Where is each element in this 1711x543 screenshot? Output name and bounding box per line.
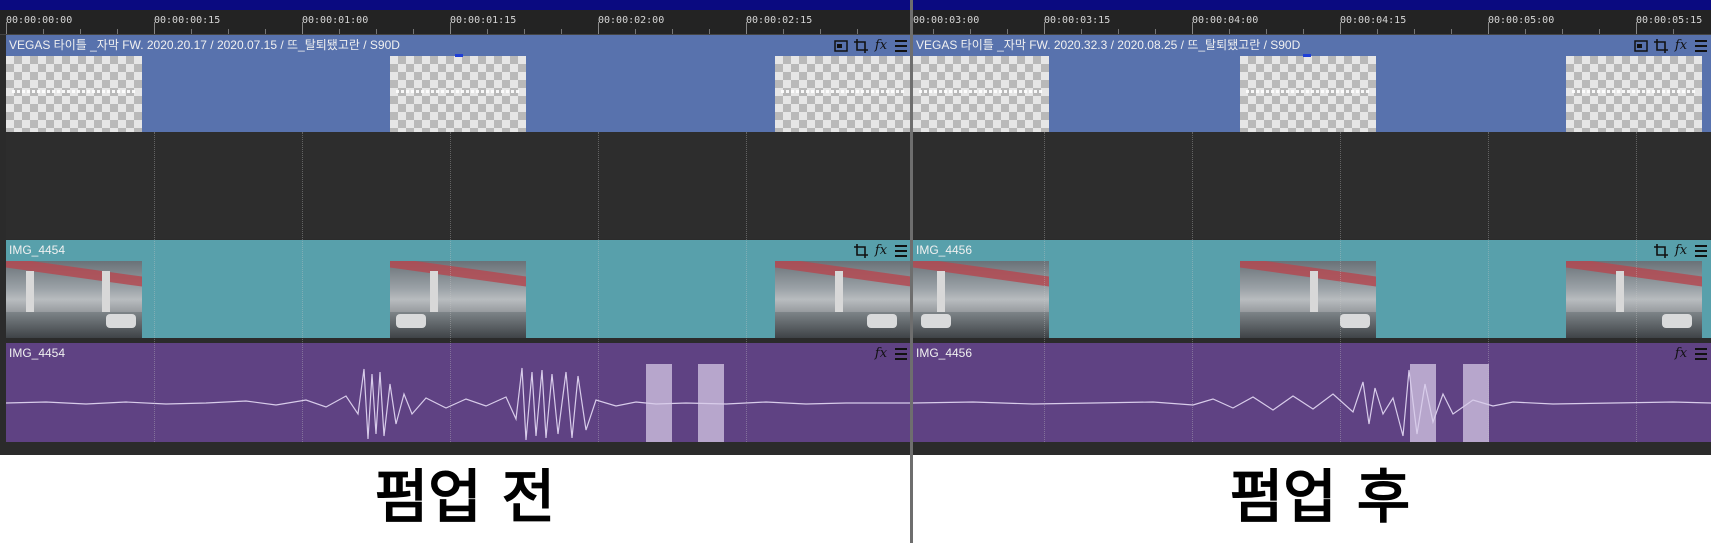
time-ruler[interactable]: 00:00:03:00 00:00:03:15 00:00:04:00 00:0… xyxy=(913,10,1711,35)
fx-icon[interactable]: fx xyxy=(1673,346,1689,362)
ruler-label: 00:00:02:00 xyxy=(598,15,665,26)
media-icon[interactable] xyxy=(833,38,849,54)
video-thumbnail xyxy=(913,261,1049,338)
timeline-panel-before: 00:00:00:00 00:00:00:15 00:00:01:00 00:0… xyxy=(0,0,911,455)
title-track-header[interactable]: VEGAS 타이틀 _자막 FW. 2020.32.3 / 2020.08.25… xyxy=(913,35,1711,56)
ruler-label: 00:00:05:15 xyxy=(1636,15,1703,26)
time-ruler[interactable]: 00:00:00:00 00:00:00:15 00:00:01:00 00:0… xyxy=(0,10,911,35)
title-thumbnail xyxy=(1566,56,1702,132)
hamburger-menu-icon[interactable] xyxy=(1693,38,1709,54)
title-thumbnail xyxy=(390,56,526,132)
ruler-label: 00:00:01:15 xyxy=(450,15,517,26)
fx-icon[interactable]: fx xyxy=(873,243,889,259)
title-track-clip[interactable] xyxy=(6,56,911,132)
audio-track-header[interactable]: IMG_4454 fx xyxy=(6,343,911,364)
audio-track-clip[interactable] xyxy=(913,364,1711,442)
audio-waveform xyxy=(913,364,1711,442)
cursor-marker xyxy=(1303,54,1311,57)
caption-before: 펌업 전 xyxy=(374,463,556,531)
title-thumbnail xyxy=(775,56,911,132)
caption-after: 펌업 후 xyxy=(1229,463,1411,531)
ruler-label: 00:00:03:15 xyxy=(1044,15,1111,26)
audio-waveform xyxy=(6,364,911,442)
ruler-label: 00:00:02:15 xyxy=(746,15,813,26)
audio-track-header[interactable]: IMG_4456 fx xyxy=(913,343,1711,364)
hamburger-menu-icon[interactable] xyxy=(1693,243,1709,259)
ruler-label: 00:00:05:00 xyxy=(1488,15,1555,26)
crop-icon[interactable] xyxy=(1653,38,1669,54)
cursor-marker xyxy=(455,54,463,57)
audio-track-label: IMG_4454 xyxy=(9,346,66,360)
fx-icon[interactable]: fx xyxy=(1673,38,1689,54)
fx-icon[interactable]: fx xyxy=(873,38,889,54)
fx-icon[interactable]: fx xyxy=(1673,243,1689,259)
video-thumbnail xyxy=(390,261,526,338)
hamburger-menu-icon[interactable] xyxy=(893,38,909,54)
ruler-label: 00:00:01:00 xyxy=(302,15,369,26)
fx-icon[interactable]: fx xyxy=(873,346,889,362)
ruler-label: 00:00:00:00 xyxy=(6,15,73,26)
ruler-label: 00:00:04:00 xyxy=(1192,15,1259,26)
audio-track-clip[interactable] xyxy=(6,364,911,442)
video-track-clip[interactable] xyxy=(913,261,1711,338)
crop-icon[interactable] xyxy=(853,243,869,259)
timeline-top-bar xyxy=(913,0,1711,10)
timeline-panel-after: 00:00:03:00 00:00:03:15 00:00:04:00 00:0… xyxy=(913,0,1711,455)
video-thumbnail xyxy=(1566,261,1702,338)
video-track-header[interactable]: IMG_4454 fx xyxy=(6,240,911,261)
media-icon[interactable] xyxy=(1633,38,1649,54)
hamburger-menu-icon[interactable] xyxy=(1693,346,1709,362)
video-track-label: IMG_4456 xyxy=(916,243,973,257)
title-track-header[interactable]: VEGAS 타이틀 _자막 FW. 2020.20.17 / 2020.07.1… xyxy=(6,35,911,56)
timeline-top-bar xyxy=(0,0,911,10)
title-track-label: VEGAS 타이틀 _자막 FW. 2020.20.17 / 2020.07.1… xyxy=(9,38,400,52)
hamburger-menu-icon[interactable] xyxy=(893,243,909,259)
audio-track-label: IMG_4456 xyxy=(916,346,973,360)
title-thumbnail xyxy=(6,56,142,132)
hamburger-menu-icon[interactable] xyxy=(893,346,909,362)
empty-track[interactable] xyxy=(6,132,911,239)
title-thumbnail xyxy=(913,56,1049,132)
crop-icon[interactable] xyxy=(1653,243,1669,259)
video-thumbnail xyxy=(775,261,911,338)
video-track-clip[interactable] xyxy=(6,261,911,338)
ruler-label: 00:00:04:15 xyxy=(1340,15,1407,26)
video-track-label: IMG_4454 xyxy=(9,243,66,257)
title-thumbnail xyxy=(1240,56,1376,132)
ruler-label: 00:00:00:15 xyxy=(154,15,221,26)
title-track-label: VEGAS 타이틀 _자막 FW. 2020.32.3 / 2020.08.25… xyxy=(916,38,1301,52)
video-thumbnail xyxy=(1240,261,1376,338)
crop-icon[interactable] xyxy=(853,38,869,54)
ruler-label: 00:00:03:00 xyxy=(913,15,980,26)
empty-track[interactable] xyxy=(913,132,1711,239)
video-thumbnail xyxy=(6,261,142,338)
title-track-clip[interactable] xyxy=(913,56,1711,132)
video-track-header[interactable]: IMG_4456 fx xyxy=(913,240,1711,261)
